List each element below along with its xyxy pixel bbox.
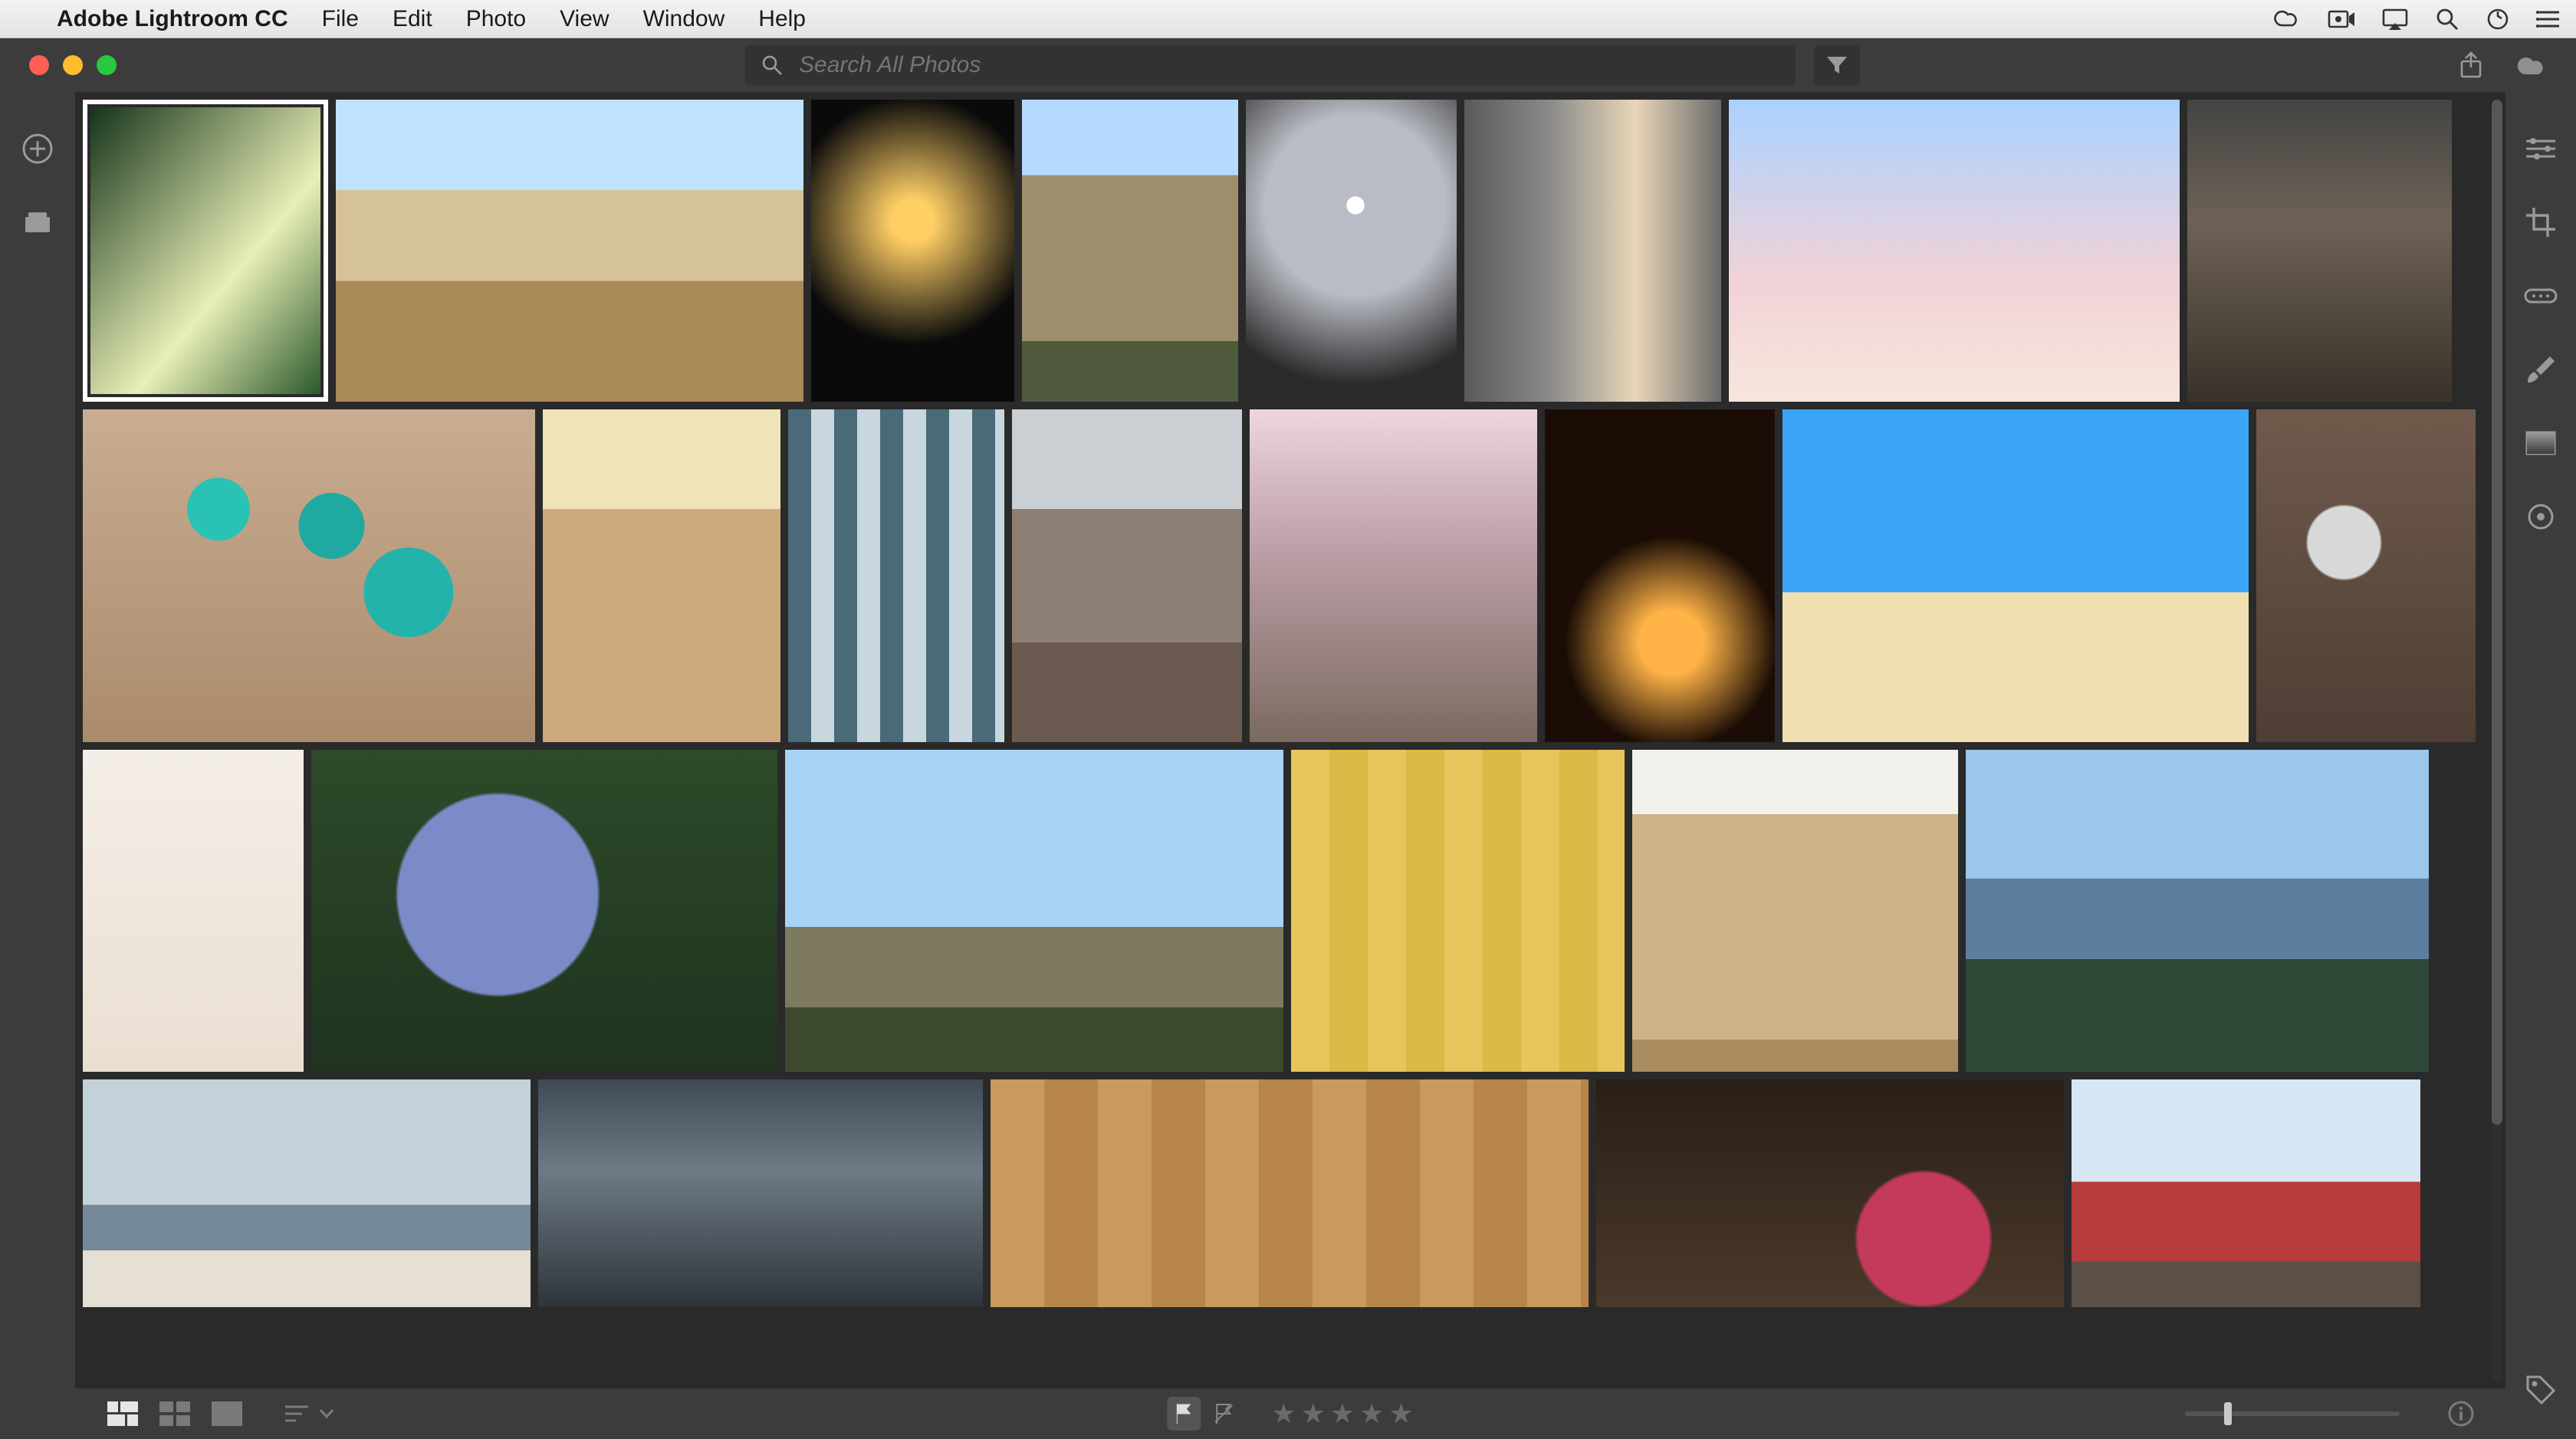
radial-gradient-button[interactable] [2522, 498, 2559, 535]
rating-stars: ★ ★ ★ ★ ★ [1271, 1398, 1413, 1430]
crop-tool-button[interactable] [2522, 204, 2559, 241]
filter-button[interactable] [1814, 45, 1860, 85]
flag-reject-button[interactable] [1207, 1397, 1240, 1431]
view-mode-square-grid[interactable] [158, 1400, 192, 1428]
siri-or-settings-icon[interactable] [2486, 7, 2510, 31]
mac-status-icons [2272, 7, 2561, 31]
keywords-tag-button[interactable] [2522, 1372, 2559, 1408]
bottom-toolbar: ★ ★ ★ ★ ★ [75, 1388, 2505, 1439]
star-5[interactable]: ★ [1388, 1398, 1413, 1430]
window-maximize-button[interactable] [97, 55, 117, 75]
grid-scrollbar[interactable] [2492, 100, 2502, 1381]
menu-edit[interactable]: Edit [376, 6, 449, 32]
photo-thumb-woman-lilac-bouquet[interactable] [311, 750, 777, 1072]
healing-tool-button[interactable] [2522, 278, 2559, 314]
photo-thumb-hand-holding-feather[interactable] [83, 750, 304, 1072]
app-toolbar [0, 38, 2576, 92]
photo-thumb-tassel-bracelet-still[interactable] [2256, 409, 2476, 742]
right-panel-rail [2505, 92, 2576, 1439]
photo-thumb-railway-night-lights[interactable] [811, 100, 1014, 402]
info-button[interactable] [2447, 1400, 2475, 1428]
photo-thumb-windblown-hair-mountains[interactable] [1966, 750, 2429, 1072]
star-1[interactable]: ★ [1271, 1398, 1296, 1430]
screen-recording-icon[interactable] [2328, 8, 2355, 30]
star-2[interactable]: ★ [1301, 1398, 1326, 1430]
menu-window[interactable]: Window [626, 6, 742, 32]
search-input[interactable] [797, 51, 1780, 79]
my-photos-panel-button[interactable] [19, 204, 56, 241]
view-mode-detail[interactable] [210, 1400, 244, 1428]
photo-thumb-city-buildings-sunset[interactable] [1464, 100, 1721, 402]
photo-thumb-roses-in-vase[interactable] [1596, 1079, 2064, 1307]
window-close-button[interactable] [29, 55, 49, 75]
window-minimize-button[interactable] [63, 55, 83, 75]
photo-thumb-people-vintage-truck[interactable] [2072, 1079, 2420, 1307]
photo-thumb-architectural-tunnel[interactable] [1246, 100, 1457, 402]
brush-tool-button[interactable] [2522, 351, 2559, 388]
photo-thumb-balanced-rock-woman[interactable] [336, 100, 803, 402]
photo-thumb-woman-yellow-wall[interactable] [1291, 750, 1625, 1072]
chevron-down-icon [319, 1408, 334, 1419]
app-name[interactable]: Adobe Lightroom CC [40, 6, 305, 32]
photo-thumb-desert-dog-traveller[interactable] [1783, 409, 2249, 742]
creative-cloud-icon[interactable] [2272, 8, 2302, 30]
star-4[interactable]: ★ [1359, 1398, 1384, 1430]
photo-thumb-lone-figure-beach[interactable] [83, 1079, 531, 1307]
grid-scrollbar-thumb[interactable] [2492, 100, 2502, 1125]
mac-menubar: Adobe Lightroom CC File Edit Photo View … [0, 0, 2576, 38]
cloud-sync-icon[interactable] [2515, 53, 2548, 77]
left-panel-rail [0, 92, 75, 1439]
photo-thumb-hiker-mountain-ridge[interactable] [785, 750, 1283, 1072]
sort-button[interactable] [284, 1403, 334, 1424]
search-icon [761, 54, 784, 77]
spotlight-search-icon[interactable] [2435, 7, 2459, 31]
photo-thumb-pastel-sky-structure[interactable] [1729, 100, 2180, 402]
add-photos-button[interactable] [19, 130, 56, 167]
photo-thumb-braided-hair-feathers[interactable] [1632, 750, 1958, 1072]
photo-thumb-forest-sunlight[interactable] [83, 100, 328, 402]
photo-thumb-woman-industrial-windows[interactable] [788, 409, 1004, 742]
photo-thumb-woman-hat-wooden-fence[interactable] [991, 1079, 1589, 1307]
thumbnail-size-knob[interactable] [2224, 1402, 2232, 1425]
airplay-icon[interactable] [2381, 8, 2409, 31]
linear-gradient-button[interactable] [2522, 425, 2559, 462]
photo-thumb-stormy-clouds-landscape[interactable] [538, 1079, 983, 1307]
photo-thumb-adobe-doorway-dog[interactable] [543, 409, 780, 742]
notification-center-icon[interactable] [2536, 8, 2561, 30]
star-3[interactable]: ★ [1330, 1398, 1355, 1430]
share-button[interactable] [2458, 51, 2484, 80]
photo-thumb-campfire-people-night[interactable] [1545, 409, 1775, 742]
photo-thumb-rainy-city-street[interactable] [2187, 100, 2452, 402]
photo-thumb-woman-red-hair-street[interactable] [1012, 409, 1242, 742]
menu-view[interactable]: View [543, 6, 626, 32]
search-bar[interactable] [745, 45, 1796, 85]
photo-thumb-cherry-blossom-street[interactable] [1250, 409, 1537, 742]
flag-pick-button[interactable] [1167, 1397, 1201, 1431]
menu-photo[interactable]: Photo [449, 6, 543, 32]
photo-grid[interactable] [75, 92, 2505, 1388]
menu-file[interactable]: File [305, 6, 376, 32]
view-mode-photo-grid[interactable] [106, 1400, 140, 1428]
photo-thumb-turquoise-rings-hand[interactable] [83, 409, 535, 742]
edit-panel-button[interactable] [2522, 130, 2559, 167]
menu-help[interactable]: Help [741, 6, 823, 32]
window-controls [23, 55, 147, 75]
photo-thumb-person-on-cliff[interactable] [1022, 100, 1238, 402]
thumbnail-size-slider[interactable] [2185, 1411, 2400, 1416]
